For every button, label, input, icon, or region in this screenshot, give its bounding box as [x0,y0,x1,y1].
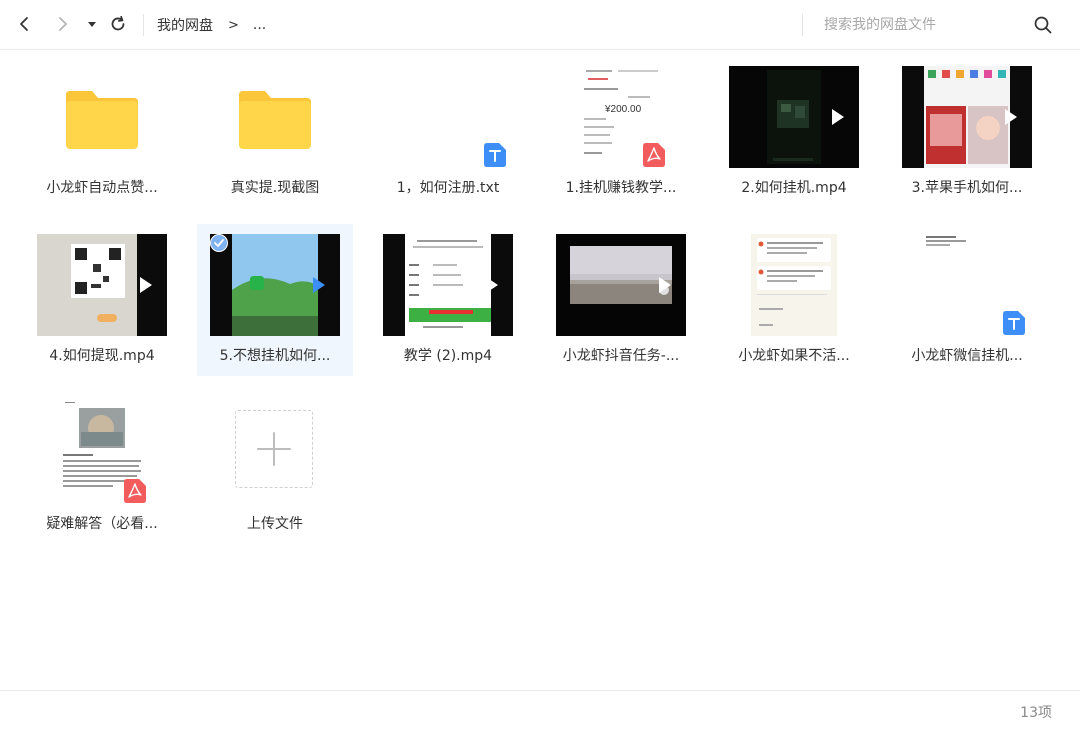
pdf-file-icon [643,143,665,167]
play-icon [486,277,498,293]
file-item-video[interactable]: 3.苹果手机如何... [889,56,1045,208]
file-thumbnail [556,234,686,336]
refresh-button[interactable] [106,12,130,36]
file-name: 教学 (2).mp4 [403,348,493,364]
video-preview [383,234,513,336]
search-box [812,12,1067,38]
file-name: 2.如何挂机.mp4 [741,180,847,196]
file-name: 小龙虾微信挂机... [911,348,1023,364]
file-item-video[interactable]: 教学 (2).mp4 [370,224,526,376]
play-icon [140,277,152,293]
file-thumbnail [383,66,513,168]
file-item-video[interactable]: 小龙虾抖音任务-... [543,224,699,376]
file-name: 1，如何注册.txt [396,180,500,196]
chevron-left-icon [20,17,28,31]
file-item-video-selected[interactable]: 5.不想挂机如何... [197,224,353,376]
file-item-video[interactable]: 2.如何挂机.mp4 [716,56,872,208]
back-button[interactable] [12,12,36,36]
document-preview [924,234,1010,336]
image-preview-graphic [751,234,837,336]
file-thumbnail [902,234,1032,336]
file-thumbnail [902,66,1032,168]
upload-file-label: 上传文件 [247,516,303,532]
text-file-icon [1003,311,1025,335]
toolbar-divider [143,14,144,36]
file-thumbnail [37,66,167,168]
text-file-icon [484,143,506,167]
file-thumbnail: ¥200.00 [556,66,686,168]
search-divider [802,14,803,36]
file-item-folder[interactable]: 小龙虾自动点赞... [24,56,180,208]
file-thumbnail [729,66,859,168]
folder-icon [239,91,311,149]
item-count: 13项 [1020,705,1052,721]
play-icon [832,109,844,125]
folder-icon [66,91,138,149]
breadcrumb: 我的网盘 > ... [157,14,266,36]
document-preview-graphic [926,236,966,246]
video-preview [902,66,1032,168]
file-name: 3.苹果手机如何... [911,180,1023,196]
file-thumbnail [210,66,340,168]
chevron-right-icon [59,17,67,31]
play-icon [1005,109,1017,125]
video-preview [37,234,167,336]
file-item-pdf[interactable]: 疑难解答（必看... [24,392,180,544]
file-name: 疑难解答（必看... [46,516,158,532]
video-preview [729,66,859,168]
file-name: 真实提.现截图 [230,180,320,196]
pdf-file-icon [124,479,146,503]
file-item-folder[interactable]: 真实提.现截图 [197,56,353,208]
caret-down-icon [88,22,96,27]
video-preview [556,234,686,336]
upload-file-button[interactable]: 上传文件 [197,392,353,544]
breadcrumb-item-root[interactable]: 我的网盘 [157,15,213,35]
file-item-txt[interactable]: 小龙虾微信挂机... [889,224,1045,376]
file-item-video[interactable]: 4.如何提现.mp4 [24,224,180,376]
search-button[interactable] [1033,15,1053,35]
file-item-txt[interactable]: 1，如何注册.txt [370,56,526,208]
netdisk-window: 我的网盘 > ... 小龙虾自动点赞... [0,0,1080,732]
file-thumbnail [210,234,340,336]
forward-button[interactable] [51,12,75,36]
file-name: 小龙虾自动点赞... [46,180,158,196]
image-preview [751,234,837,336]
play-icon [313,277,325,293]
file-name: 5.不想挂机如何... [219,348,331,364]
breadcrumb-item-ellipsis[interactable]: ... [253,17,266,33]
search-icon [1034,16,1052,34]
history-dropdown-button[interactable] [80,12,104,36]
video-preview [210,234,340,336]
breadcrumb-separator: > [228,17,239,33]
play-icon [659,277,671,293]
upload-dropzone[interactable] [235,410,313,488]
file-thumbnail [37,234,167,336]
file-thumbnail [729,234,859,336]
plus-icon [257,432,291,466]
status-bar: 13项 [0,690,1080,732]
file-item-image[interactable]: 小龙虾如果不活... [716,224,872,376]
search-input[interactable] [812,12,1034,38]
file-name: 1.挂机赚钱教学... [565,180,677,196]
toolbar: 我的网盘 > ... [0,0,1080,50]
file-name: 小龙虾抖音任务-... [562,348,680,364]
file-name: 4.如何提现.mp4 [49,348,155,364]
checkbox-checked-icon[interactable] [210,234,228,252]
file-thumbnail [37,402,167,504]
file-name: 小龙虾如果不活... [738,348,850,364]
document-preview-amount: ¥200.00 [605,104,642,115]
file-thumbnail [383,234,513,336]
file-item-pdf[interactable]: ¥200.00 1.挂机赚钱教学... [543,56,699,208]
refresh-icon [111,15,125,31]
